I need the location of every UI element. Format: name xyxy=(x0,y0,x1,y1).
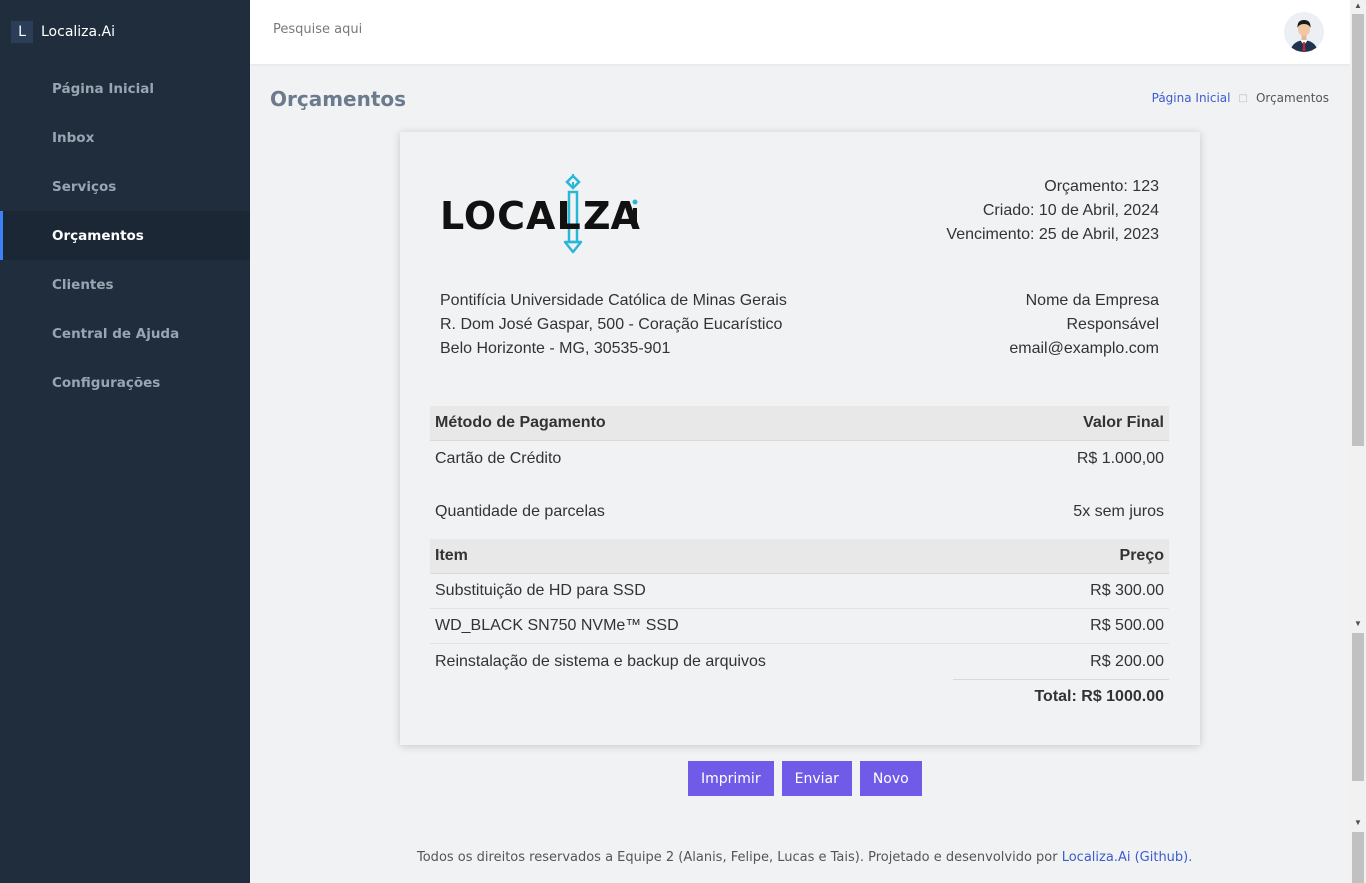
final-value-header: Valor Final xyxy=(1083,414,1164,431)
item-price: R$ 200.00 xyxy=(1090,652,1164,670)
user-avatar-icon[interactable] xyxy=(1284,12,1324,52)
table-row: Quantidade de parcelas 5x sem juros xyxy=(430,476,1169,525)
scroll-down-icon[interactable]: ▼ xyxy=(1350,618,1366,630)
breadcrumb-separator-icon: □ xyxy=(1238,92,1248,104)
scroll-thumb-upper[interactable] xyxy=(1352,14,1364,446)
scroll-down-bottom-icon[interactable]: ▼ xyxy=(1350,817,1366,829)
send-button[interactable]: Enviar xyxy=(781,761,852,796)
brand[interactable]: L Localiza.Ai xyxy=(0,0,250,64)
invoice-meta: Orçamento: 123 Criado: 10 de Abril, 2024… xyxy=(946,175,1159,247)
payment-table: Método de Pagamento Valor Final Cartão d… xyxy=(430,406,1169,525)
page-title: Orçamentos xyxy=(270,87,407,111)
price-header: Preço xyxy=(1119,547,1164,564)
brand-logo-icon: L xyxy=(11,21,33,43)
item-name: Reinstalação de sistema e backup de arqu… xyxy=(435,652,766,670)
sidebar-item-inbox[interactable]: Inbox xyxy=(0,113,250,162)
sidebar-item-clientes[interactable]: Clientes xyxy=(0,260,250,309)
footer-text: Todos os direitos reservados a Equipe 2 … xyxy=(417,850,1062,865)
svg-text:ZA: ZA xyxy=(583,194,641,238)
page-scrollbar[interactable]: ▲ ▼ ▼ xyxy=(1350,0,1366,883)
table-row: Substituição de HD para SSD R$ 300.00 xyxy=(430,574,1169,609)
table-row: Reinstalação de sistema e backup de arqu… xyxy=(430,644,1169,679)
invoice-created: Criado: 10 de Abril, 2024 xyxy=(982,202,1159,219)
localizai-logo: LOCAL ZA xyxy=(440,172,642,261)
invoice-total: Total: R$ 1000.00 xyxy=(1034,688,1164,705)
client-line: Responsável xyxy=(1066,316,1160,333)
invoice-number: Orçamento: 123 xyxy=(1044,178,1159,195)
svg-text:LOCAL: LOCAL xyxy=(440,194,582,238)
item-header: Item xyxy=(435,547,468,564)
sidebar-item-orcamentos[interactable]: Orçamentos xyxy=(0,211,250,260)
sidebar-item-configuracoes[interactable]: Configurações xyxy=(0,358,250,407)
final-value: R$ 1.000,00 xyxy=(1076,449,1164,467)
payment-method-header: Método de Pagamento xyxy=(435,414,606,431)
breadcrumb-current: Orçamentos xyxy=(1255,91,1329,105)
search-input[interactable] xyxy=(273,22,573,37)
sidebar-item-servicos[interactable]: Serviços xyxy=(0,162,250,211)
total-row: Total: R$ 1000.00 xyxy=(953,679,1169,714)
sidebar-item-central-de-ajuda[interactable]: Central de Ajuda xyxy=(0,309,250,358)
payment-table-header: Método de Pagamento Valor Final xyxy=(430,406,1169,441)
invoice-actions: Imprimir Enviar Novo xyxy=(688,761,922,796)
issuer-line: R. Dom José Gaspar, 500 - Coração Eucarí… xyxy=(440,316,783,333)
client-info: Nome da Empresa Responsável email@exampl… xyxy=(1009,289,1159,361)
invoice-card: LOCAL ZA Orçamento: 123 Criado: 10 de Ab… xyxy=(400,132,1200,745)
items-table: Item Preço Substituição de HD para SSD R… xyxy=(430,539,1169,714)
client-line: Nome da Empresa xyxy=(1025,292,1159,309)
payment-method: Cartão de Crédito xyxy=(435,449,562,467)
issuer-line: Pontifícia Universidade Católica de Mina… xyxy=(440,292,787,309)
brand-name: Localiza.Ai xyxy=(41,24,116,40)
scroll-thumb-bottom[interactable] xyxy=(1352,832,1364,883)
item-name: Substituição de HD para SSD xyxy=(435,582,646,599)
item-price: R$ 500.00 xyxy=(1090,617,1164,634)
item-price: R$ 300.00 xyxy=(1090,582,1164,599)
issuer-line: Belo Horizonte - MG, 30535-901 xyxy=(440,340,671,357)
sidebar-item-pagina-inicial[interactable]: Página Inicial xyxy=(0,64,250,113)
top-header xyxy=(250,0,1350,64)
invoice-due: Vencimento: 25 de Abril, 2023 xyxy=(946,226,1159,243)
breadcrumb-home-link[interactable]: Página Inicial xyxy=(1152,91,1231,105)
installments-label: Quantidade de parcelas xyxy=(435,503,605,520)
client-line: email@examplo.com xyxy=(1009,340,1159,357)
scroll-up-icon[interactable]: ▲ xyxy=(1350,0,1366,12)
new-button[interactable]: Novo xyxy=(859,761,922,796)
table-row: Cartão de Crédito R$ 1.000,00 xyxy=(430,441,1169,476)
footer-github-link[interactable]: Localiza.Ai (Github). xyxy=(1062,850,1193,865)
breadcrumb: Página Inicial □ Orçamentos xyxy=(1152,91,1329,105)
print-button[interactable]: Imprimir xyxy=(688,761,774,796)
item-name: WD_BLACK SN750 NVMe™ SSD xyxy=(435,617,679,634)
footer: Todos os direitos reservados a Equipe 2 … xyxy=(417,850,1192,865)
table-row: WD_BLACK SN750 NVMe™ SSD R$ 500.00 xyxy=(430,609,1169,644)
items-table-header: Item Preço xyxy=(430,539,1169,574)
scroll-thumb-lower[interactable] xyxy=(1352,633,1364,781)
issuer-address: Pontifícia Universidade Católica de Mina… xyxy=(440,289,787,361)
sidebar-nav: Página Inicial Inbox Serviços Orçamentos… xyxy=(0,64,250,407)
installments-value: 5x sem juros xyxy=(1073,503,1164,520)
sidebar: L Localiza.Ai Página Inicial Inbox Servi… xyxy=(0,0,250,883)
